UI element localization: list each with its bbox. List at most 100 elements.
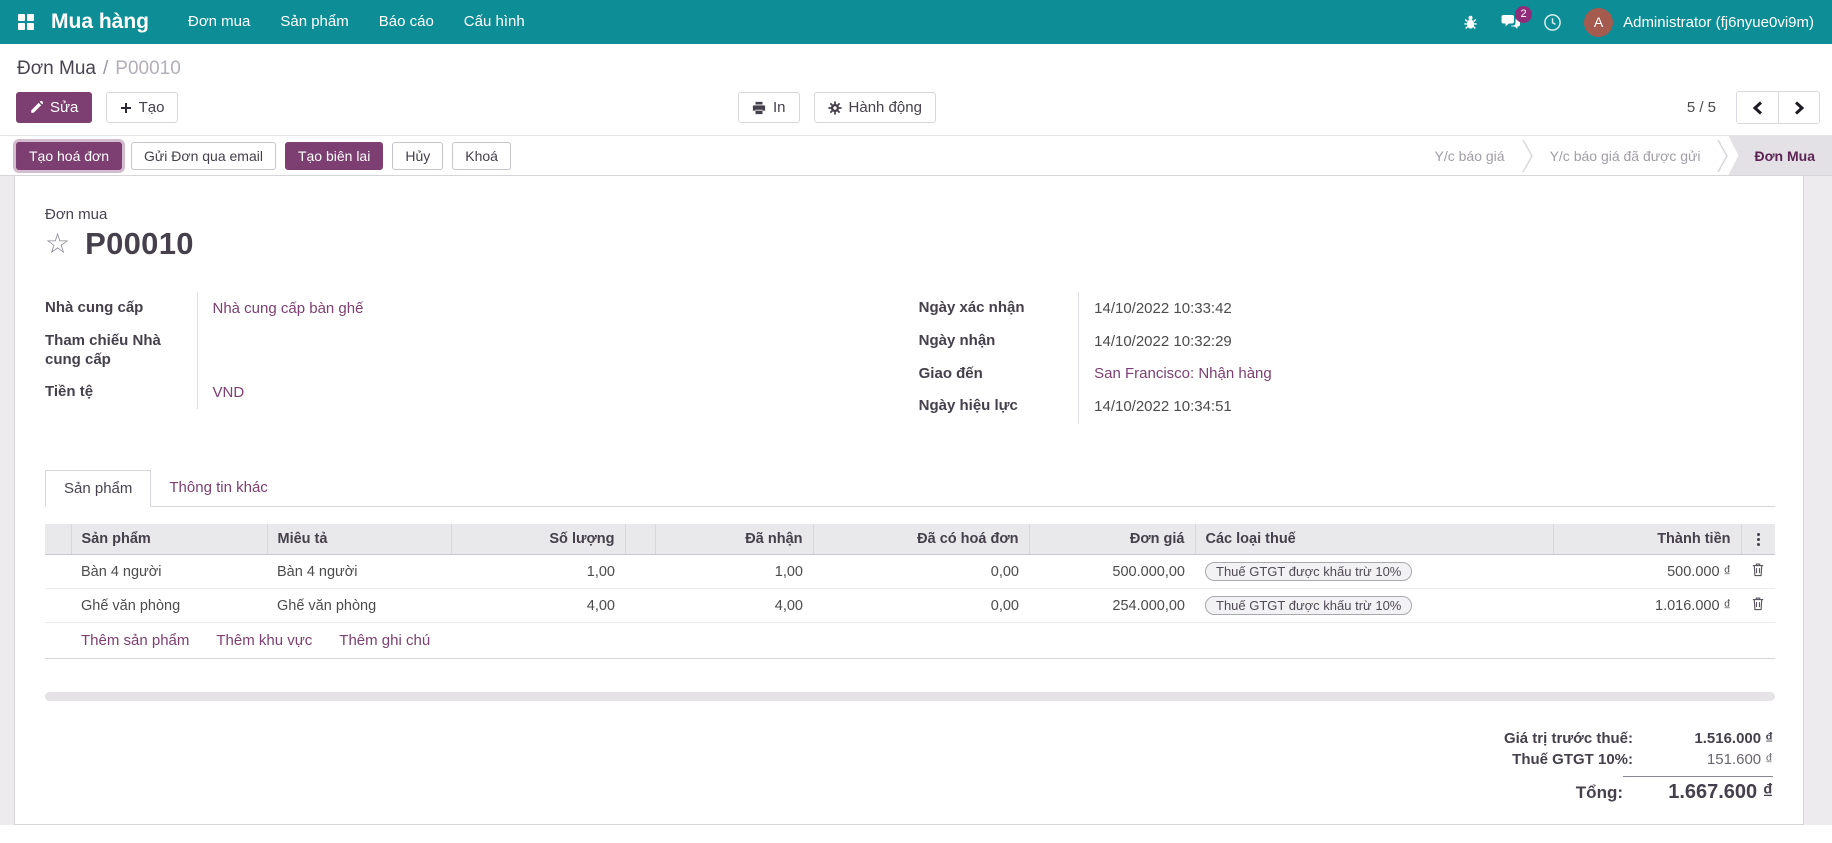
top-navbar: Mua hàng Đơn muaSản phẩmBáo cáoCấu hình … [0,0,1832,44]
cell-received[interactable]: 4,00 [655,589,813,623]
form-sheet: Đơn mua ☆ P00010 Nhà cung cấp Nhà cung c… [14,176,1804,825]
breadcrumb-separator: / [103,58,108,79]
tax-badge: Thuế GTGT được khấu trừ 10% [1205,596,1412,615]
field-row: Ngày nhận 14/10/2022 10:32:29 [919,325,1749,358]
cell-quantity[interactable]: 4,00 [451,589,625,623]
apps-grid-icon [18,14,34,30]
pager-previous-button[interactable] [1737,92,1778,123]
page-gutter-right [1804,176,1832,825]
field-label: Nhà cung cấp [45,292,197,325]
totals-block: Giá trị trước thuế: 1.516.000 ₫ Thuế GTG… [45,728,1775,806]
edit-button[interactable]: Sửa [16,92,92,123]
row-handle[interactable] [45,555,71,589]
add-line-link[interactable]: Thêm ghi chú [339,632,430,649]
row-handle[interactable] [45,589,71,623]
print-button[interactable]: In [738,92,800,123]
handle-column-header [45,524,71,555]
nav-menu-item[interactable]: Sản phẩm [265,0,363,44]
favorite-star-icon[interactable]: ☆ [45,230,70,258]
column-header[interactable]: Số lượng [451,524,625,555]
nav-menu-item[interactable]: Đơn mua [173,0,265,44]
field-row: Tham chiếu Nhà cung cấp [45,325,858,377]
cell-description[interactable]: Bàn 4 người [267,555,451,589]
field-row: Giao đến San Francisco: Nhận hàng [919,358,1749,391]
column-header[interactable]: Thành tiền [1553,524,1741,555]
add-line-row: Thêm sản phẩm Thêm khu vực Thêm ghi chú [45,623,1775,659]
debug-button[interactable] [1462,14,1479,31]
cell-product[interactable]: Bàn 4 người [71,555,267,589]
cell-description[interactable]: Ghế văn phòng [267,589,451,623]
field-row: Nhà cung cấp Nhà cung cấp bàn ghế [45,292,858,325]
column-header[interactable]: Sản phẩm [71,524,267,555]
statusbar-action-button[interactable]: Tạo biên lai [285,142,383,170]
cell-billed[interactable]: 0,00 [813,589,1029,623]
nav-menu-item[interactable]: Báo cáo [364,0,449,44]
field-value-link[interactable]: San Francisco: Nhận hàng [1094,365,1272,382]
cell-billed[interactable]: 0,00 [813,555,1029,589]
statusbar: Tạo hoá đơn Gửi Đơn qua email Tạo biên lai… [0,135,1832,176]
user-menu[interactable]: A Administrator (fj6nyue0vi9m) [1584,8,1814,37]
field-row: Tiền tệ VND [45,376,858,409]
notebook-tab[interactable]: Thông tin khác [151,470,285,507]
cell-unit-price[interactable]: 500.000,00 [1029,555,1195,589]
page-gutter-left [0,176,14,825]
cell-quantity[interactable]: 1,00 [451,555,625,589]
statusbar-action-button[interactable]: Tạo hoá đơn [16,142,122,170]
total-amount-label: Tổng: [1576,783,1623,803]
order-line-row[interactable]: Bàn 4 người Bàn 4 người 1,00 1,00 0,00 5… [45,555,1775,589]
column-header[interactable]: Miêu tả [267,524,451,555]
activities-button[interactable] [1543,13,1562,32]
field-value-text: 14/10/2022 10:33:42 [1094,300,1232,317]
pager-next-button[interactable] [1778,92,1819,123]
statusbar-action-button[interactable]: Khoá [452,142,511,170]
messages-count-badge: 2 [1515,6,1532,23]
statusbar-buttons: Tạo hoá đơn Gửi Đơn qua email Tạo biên lai… [16,136,511,175]
statusbar-action-button[interactable]: Hủy [392,142,443,170]
order-line-row[interactable]: Ghế văn phòng Ghế văn phòng 4,00 4,00 0,… [45,589,1775,623]
notebook-tabs: Sản phẩmThông tin khác [45,469,1775,507]
action-button[interactable]: Hành động [814,92,936,123]
app-title[interactable]: Mua hàng [51,10,149,34]
order-lines-table: Sản phẩm Miêu tả Số lượng Đã nhận Đã có … [45,524,1775,659]
column-header[interactable]: Các loại thuế [1195,524,1553,555]
column-header[interactable]: Đã nhận [655,524,813,555]
field-label: Ngày hiệu lực [919,390,1079,423]
bug-icon [1462,14,1479,31]
doc-type-label: Đơn mua [45,206,1775,223]
status-step[interactable]: Y/c báo giá đã được gửi [1533,136,1718,175]
field-value-link[interactable]: VND [213,384,245,401]
user-name: Administrator (fj6nyue0vi9m) [1623,14,1814,31]
cell-unit-price[interactable]: 254.000,00 [1029,589,1195,623]
notebook-tab[interactable]: Sản phẩm [45,470,151,507]
cell-product[interactable]: Ghế văn phòng [71,589,267,623]
add-line-link[interactable]: Thêm khu vực [216,632,312,649]
field-row: Ngày hiệu lực 14/10/2022 10:34:51 [919,390,1749,423]
status-step[interactable]: Y/c báo giá [1418,136,1522,175]
cell-uom [625,589,655,623]
breadcrumb-parent-link[interactable]: Đơn Mua [17,58,96,79]
avatar: A [1584,8,1613,37]
status-arrow-separator [1522,139,1533,173]
table-header-row: Sản phẩm Miêu tả Số lượng Đã nhận Đã có … [45,524,1775,555]
horizontal-scrollbar[interactable] [45,692,1775,701]
field-value-link[interactable]: Nhà cung cấp bàn ghế [213,300,364,317]
create-button[interactable]: Tạo [106,92,179,123]
messages-button[interactable]: 2 [1501,14,1521,31]
tax-badge: Thuế GTGT được khấu trừ 10% [1205,562,1412,581]
untaxed-amount-label: Giá trị trước thuế: [1504,730,1633,747]
column-header[interactable]: Đơn giá [1029,524,1195,555]
nav-menu-item[interactable]: Cấu hình [449,0,540,44]
cell-taxes[interactable]: Thuế GTGT được khấu trừ 10% [1195,589,1553,623]
cell-received[interactable]: 1,00 [655,555,813,589]
delete-row-icon[interactable] [1751,562,1765,577]
cell-taxes[interactable]: Thuế GTGT được khấu trừ 10% [1195,555,1553,589]
statusbar-action-button[interactable]: Gửi Đơn qua email [131,142,276,170]
status-step[interactable]: Đơn Mua [1728,136,1832,175]
add-line-link[interactable]: Thêm sản phẩm [81,632,189,649]
field-value: 14/10/2022 10:34:51 [1079,390,1749,423]
delete-row-icon[interactable] [1751,596,1765,611]
optional-columns-button[interactable] [1741,524,1775,555]
apps-menu-button[interactable] [14,10,38,34]
column-header[interactable]: Đã có hoá đơn [813,524,1029,555]
tax-amount-value: 151.600 ₫ [1633,751,1773,768]
